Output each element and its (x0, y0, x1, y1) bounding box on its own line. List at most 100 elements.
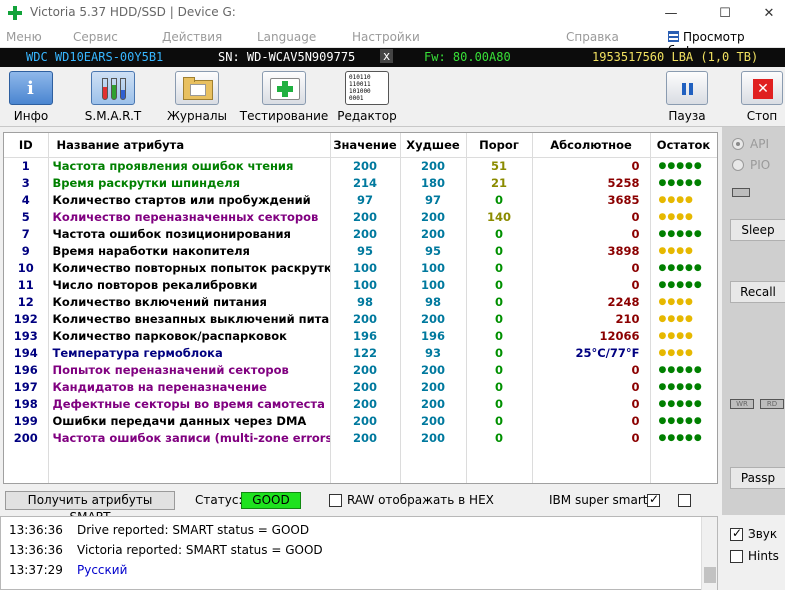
table-row[interactable]: 11 Число повторов рекалибровки 100 100 0 0 ●●●… (4, 276, 717, 293)
window-title: Victoria 5.37 HDD/SSD | Device G: (30, 5, 236, 19)
stop-icon: ✕ (741, 71, 783, 105)
attr-id-cell: 197 (4, 378, 49, 395)
table-row[interactable]: 7 Частота ошибок позиционирования 200 200 0 0… (4, 225, 717, 242)
recall-button[interactable]: Recall (730, 281, 785, 303)
attr-id-cell: 3 (4, 174, 49, 191)
info-icon-glyph: i (27, 78, 34, 99)
sleep-button[interactable]: Sleep (730, 219, 785, 241)
attr-value-cell: 200 (330, 157, 401, 174)
attr-raw-cell: 0 (532, 395, 651, 412)
attr-value-cell: 200 (330, 412, 401, 429)
col-name-header[interactable]: Название атрибута (48, 133, 331, 158)
testing-label: Тестирование (239, 109, 329, 123)
hints-label: Hints (748, 549, 779, 563)
smart-table-panel: ID Название атрибута Значение Худшее Пор… (3, 132, 718, 484)
col-value-header[interactable]: Значение (330, 133, 401, 158)
attr-worst-cell: 180 (400, 174, 467, 191)
menu-settings[interactable]: Настройки (352, 30, 420, 44)
attr-value-cell: 200 (330, 225, 401, 242)
attr-value-cell: 100 (330, 276, 401, 293)
logs-button[interactable]: Журналы (147, 71, 247, 127)
device-model[interactable]: WDC WD10EARS-00Y5B1 (26, 50, 163, 64)
raw-hex-checkbox[interactable] (329, 494, 342, 507)
table-row[interactable]: 199 Ошибки передачи данных через DMA 200 20… (4, 412, 717, 429)
device-firmware: Fw: 80.00A80 (424, 50, 511, 64)
menu-main[interactable]: Меню (6, 30, 42, 44)
col-health-header[interactable]: Остаток (650, 133, 717, 158)
attr-value-cell: 200 (330, 429, 401, 446)
log-scroll-thumb[interactable] (704, 567, 716, 583)
col-worst-header[interactable]: Худшее (400, 133, 467, 158)
log-text: Victoria reported: SMART status = GOOD (77, 543, 323, 557)
hints-checkbox[interactable] (730, 550, 743, 563)
close-button[interactable]: ✕ (746, 0, 785, 26)
attr-id-cell: 198 (4, 395, 49, 412)
info-label: Инфо (13, 109, 49, 123)
attr-name-cell: Частота ошибок позиционирования (48, 225, 331, 242)
sound-checkbox[interactable] (730, 526, 743, 541)
col-raw-header[interactable]: Абсолютное (532, 133, 651, 158)
eject-button[interactable]: x (380, 49, 394, 63)
sound-hints-panel: Звук Hints (722, 516, 785, 590)
minimize-button[interactable]: — (648, 0, 694, 26)
raw-hex-label: RAW отображать в HEX (347, 493, 494, 507)
extra-checkbox[interactable] (678, 494, 691, 507)
menu-service[interactable]: Сервис (73, 30, 118, 44)
attr-health-cell: ●●●●● (650, 378, 717, 395)
attr-value-cell: 196 (330, 327, 401, 344)
table-row[interactable]: 4 Количество стартов или пробуждений 97 97 0… (4, 191, 717, 208)
binary-editor-icon: 010110 110011 101000 0001 (345, 71, 389, 105)
col-id-header[interactable]: ID (4, 133, 49, 158)
editor-button[interactable]: 010110 110011 101000 0001 Редактор (317, 71, 417, 127)
table-row[interactable]: 193 Количество парковок/распарковок 196 196… (4, 327, 717, 344)
status-badge: GOOD (241, 492, 301, 509)
attr-value-cell: 97 (330, 191, 401, 208)
attr-id-cell: 1 (4, 157, 49, 174)
table-row[interactable]: 197 Кандидатов на переназначение 200 200 0 0 ●… (4, 378, 717, 395)
api-radio[interactable] (732, 138, 744, 150)
col-threshold-header[interactable]: Порог (466, 133, 533, 158)
attr-worst-cell: 200 (400, 157, 467, 174)
table-row[interactable]: 196 Попыток переназначений секторов 200 200… (4, 361, 717, 378)
ibm-super-smart-checkbox[interactable] (647, 492, 660, 507)
maximize-button[interactable]: ☐ (702, 0, 748, 26)
stop-button[interactable]: ✕ Стоп (712, 71, 785, 127)
editor-label: Редактор (337, 109, 397, 123)
pio-radio[interactable] (732, 159, 744, 171)
toolbar: i Инфо S.M.A.R.T Журналы Тестирование 01… (0, 67, 785, 127)
table-row[interactable]: 5 Количество переназначенных секторов 200 2… (4, 208, 717, 225)
table-row[interactable]: 198 Дефектные секторы во время самотеста 2… (4, 395, 717, 412)
log-panel[interactable]: 13:36:36 Drive reported: SMART status = G… (0, 516, 718, 590)
pause-label: Пауза (668, 109, 706, 123)
attr-raw-cell: 0 (532, 157, 651, 174)
menu-help[interactable]: Справка (566, 30, 619, 44)
table-filler-cell (4, 446, 49, 483)
table-row[interactable]: 1 Частота проявления ошибок чтения 200 200 5… (4, 157, 717, 174)
editor-icon-line: 010110 (349, 74, 371, 81)
menu-language[interactable]: Language (257, 30, 316, 44)
log-time: 13:36:36 (9, 543, 63, 557)
table-row[interactable]: 12 Количество включений питания 98 98 0 2248 ●… (4, 293, 717, 310)
smart-attributes-table: ID Название атрибута Значение Худшее Пор… (4, 133, 717, 483)
info-icon: i (9, 71, 53, 105)
attr-worst-cell: 100 (400, 276, 467, 293)
attr-health-cell: ●●●●● (650, 361, 717, 378)
attr-worst-cell: 200 (400, 225, 467, 242)
table-row[interactable]: 200 Частота ошибок записи (multi-zone err… (4, 429, 717, 446)
attr-raw-cell: 0 (532, 429, 651, 446)
table-body: 1 Частота проявления ошибок чтения 200 200 5… (4, 157, 717, 483)
attr-id-cell: 193 (4, 327, 49, 344)
table-row[interactable]: 3 Время раскрутки шпинделя 214 180 21 5258 ●●●… (4, 174, 717, 191)
table-row[interactable]: 10 Количество повторных попыток раскрутки… (4, 259, 717, 276)
table-filler-cell (650, 446, 717, 483)
menu-actions[interactable]: Действия (162, 30, 222, 44)
app-cross-icon (8, 6, 22, 20)
attr-health-cell: ●●●●● (650, 395, 717, 412)
attr-threshold-cell: 0 (466, 191, 533, 208)
table-row[interactable]: 194 Температура гермоблока 122 93 0 25°C/77°F… (4, 344, 717, 361)
get-smart-attributes-button[interactable]: Получить атрибуты SMART (5, 491, 175, 524)
passp-button[interactable]: Passp (730, 467, 785, 489)
table-row[interactable]: 192 Количество внезапных выключений питан… (4, 310, 717, 327)
table-row[interactable]: 9 Время наработки накопителя 95 95 0 3898 ●●●● (4, 242, 717, 259)
log-scrollbar[interactable] (701, 517, 717, 590)
